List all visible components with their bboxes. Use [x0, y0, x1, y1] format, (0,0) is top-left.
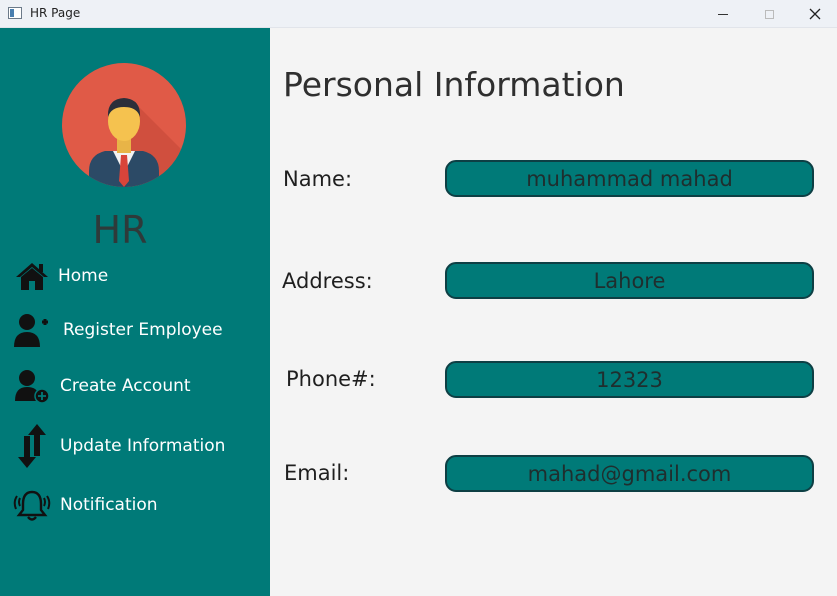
- sidebar-item-update-information[interactable]: Update Information: [10, 424, 225, 468]
- window-title: HR Page: [30, 6, 81, 20]
- maximize-icon: [764, 9, 774, 19]
- home-icon: [10, 254, 54, 298]
- minimize-icon: [718, 13, 728, 15]
- title-bar: HR Page: [0, 0, 837, 28]
- role-label: HR: [92, 208, 148, 252]
- bell-ringing-icon: [10, 483, 54, 527]
- phone-label: Phone#:: [286, 367, 376, 391]
- up-down-arrows-icon: [10, 421, 54, 471]
- phone-field[interactable]: [445, 361, 814, 398]
- close-icon: [809, 8, 821, 20]
- sidebar-item-notification[interactable]: Notification: [10, 483, 158, 527]
- name-label: Name:: [283, 167, 353, 191]
- sidebar-item-register-employee[interactable]: Register Employee: [10, 308, 223, 352]
- sidebar-item-home[interactable]: Home: [10, 254, 108, 298]
- sidebar-item-label: Home: [58, 266, 109, 286]
- sidebar-item-create-account[interactable]: Create Account: [10, 364, 191, 408]
- add-user-icon: [10, 308, 54, 352]
- page-title: Personal Information: [283, 65, 625, 104]
- name-field[interactable]: [445, 160, 814, 197]
- avatar: [62, 63, 186, 187]
- email-label: Email:: [284, 461, 350, 485]
- user-plus-circle-icon: [10, 364, 54, 408]
- sidebar: HR Home Register Employee Create Account…: [0, 28, 270, 596]
- address-field[interactable]: [445, 262, 814, 299]
- maximize-button[interactable]: [746, 0, 792, 28]
- sidebar-item-label: Register Employee: [63, 320, 223, 340]
- app-icon: [8, 7, 22, 19]
- sidebar-item-label: Notification: [60, 495, 158, 515]
- close-button[interactable]: [792, 0, 837, 28]
- sidebar-item-label: Create Account: [60, 376, 191, 396]
- minimize-button[interactable]: [700, 0, 746, 28]
- sidebar-item-label: Update Information: [60, 436, 226, 456]
- main-panel: Personal Information Name: Address: Phon…: [270, 28, 837, 596]
- address-label: Address:: [282, 269, 373, 293]
- email-field[interactable]: [445, 455, 814, 492]
